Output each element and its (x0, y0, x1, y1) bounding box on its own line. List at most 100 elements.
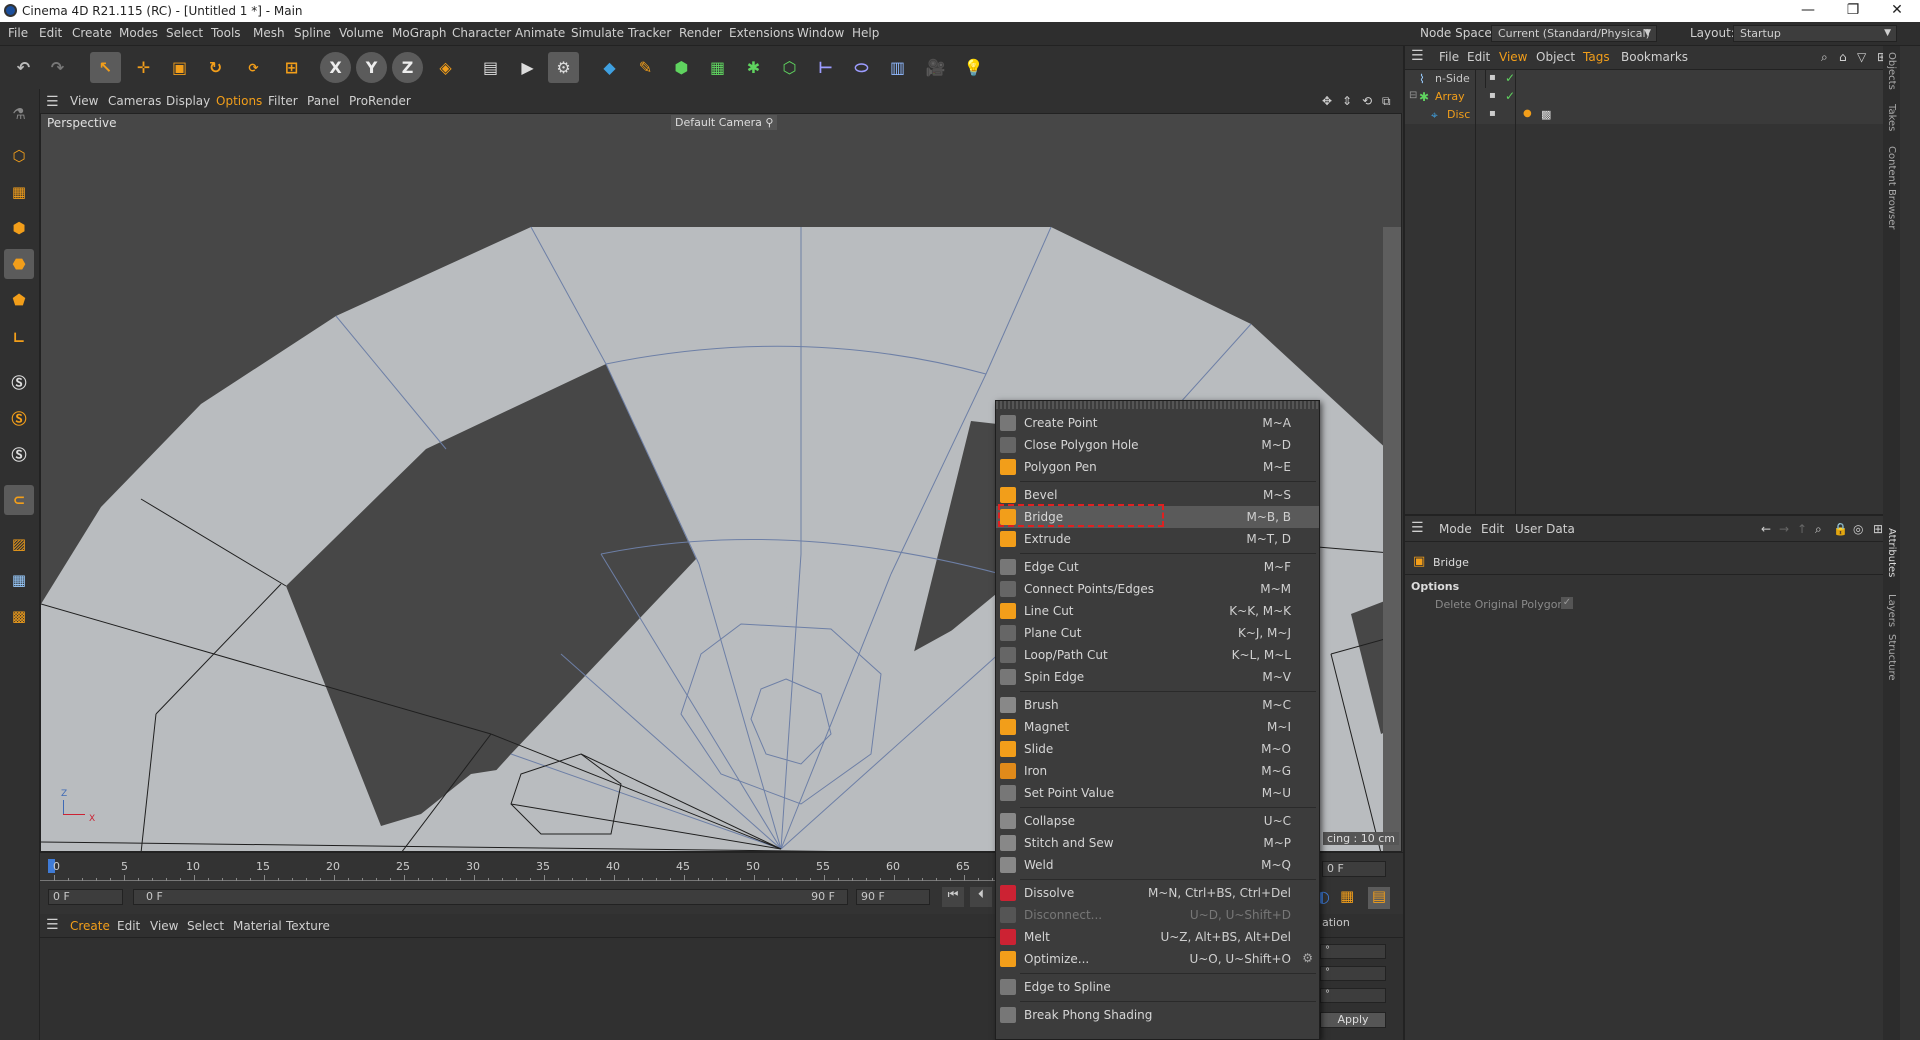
menu-spline[interactable]: Spline (294, 26, 331, 40)
attr-menu-user-data[interactable]: User Data (1515, 522, 1575, 536)
vp-menu-cameras[interactable]: Cameras (108, 94, 161, 108)
menu-help[interactable]: Help (852, 26, 879, 40)
menu-animate[interactable]: Animate (515, 26, 565, 40)
subdivision-surface-icon[interactable]: ⬢ (666, 52, 697, 83)
tab-objects[interactable]: Objects (1886, 52, 1897, 90)
menu-item-edge-cut[interactable]: Edge Cut M~F (996, 556, 1319, 578)
menu-item-extrude[interactable]: Extrude M~T, D (996, 528, 1319, 550)
collapse-icon[interactable]: ⊟ (1409, 90, 1417, 101)
apply-button[interactable]: Apply (1320, 1012, 1386, 1028)
rotate-icon[interactable]: ↻ (200, 52, 231, 83)
menu-tear-off-handle[interactable] (996, 401, 1319, 409)
vp-menu-filter[interactable]: Filter (268, 94, 298, 108)
menu-item-bevel[interactable]: Bevel M~S (996, 484, 1319, 506)
vp-menu-prorender[interactable]: ProRender (349, 94, 411, 108)
timeline-ruler[interactable]: 0 5 10 15 20 25 30 35 40 45 50 55 60 65 (40, 853, 1040, 883)
polygons-mode-icon[interactable]: ⬟ (4, 285, 34, 315)
model-mode-icon[interactable]: ⬡ (4, 141, 34, 171)
mat-menu-texture[interactable]: Texture (286, 919, 330, 933)
menu-item-collapse[interactable]: Collapse U~C (996, 810, 1319, 832)
menu-item-magnet[interactable]: Magnet M~I (996, 716, 1319, 738)
menu-item-close-polygon-hole[interactable]: Close Polygon Hole M~D (996, 434, 1319, 456)
menu-mograph[interactable]: MoGraph (392, 26, 447, 40)
menu-volume[interactable]: Volume (339, 26, 384, 40)
object-row[interactable]: ⌖ Disc ▪ ● ▩ (1405, 106, 1900, 124)
tab-attributes[interactable]: Attributes (1886, 528, 1897, 577)
enabled-check-icon[interactable]: ✓ (1505, 89, 1515, 103)
delete-original-polygons-checkbox[interactable]: ✓ (1561, 597, 1573, 609)
axis-z-lock-button[interactable]: Z (392, 52, 423, 83)
tab-content-browser[interactable]: Content Browser (1886, 146, 1897, 229)
solo-hierarchy-icon[interactable]: Ⓢ (4, 439, 34, 469)
menu-item-create-point[interactable]: Create Point M~A (996, 412, 1319, 434)
light-icon[interactable]: 💡 (958, 52, 989, 83)
minimize-button[interactable]: — (1785, 0, 1831, 22)
menu-window[interactable]: Window (797, 26, 844, 40)
menu-tools[interactable]: Tools (211, 26, 241, 40)
menu-item-line-cut[interactable]: Line Cut K~K, M~K (996, 600, 1319, 622)
floor-icon[interactable]: ▥ (882, 52, 913, 83)
frame-range-slider[interactable]: 0 F 90 F (133, 889, 848, 905)
menu-item-melt[interactable]: Melt U~Z, Alt+BS, Alt+Del (996, 926, 1319, 948)
fracture-icon[interactable]: ⬡ (774, 52, 805, 83)
menu-file[interactable]: File (8, 26, 28, 40)
back-arrow-icon[interactable]: ← (1761, 522, 1771, 536)
pen-spline-icon[interactable]: ✎ (630, 52, 661, 83)
undo-icon[interactable]: ↶ (8, 52, 39, 83)
menu-render[interactable]: Render (679, 26, 722, 40)
menu-item-dissolve[interactable]: Dissolve M~N, Ctrl+BS, Ctrl+Del (996, 882, 1319, 904)
make-editable-icon[interactable]: ⚗ (4, 99, 34, 129)
visibility-dots-icon[interactable]: ▪ (1489, 72, 1496, 83)
right-frame-field[interactable]: 0 F (1322, 861, 1386, 877)
edges-mode-icon[interactable]: ⬣ (4, 249, 34, 279)
menu-mesh[interactable]: Mesh (253, 26, 285, 40)
grid-icon[interactable]: ▦ (4, 565, 34, 595)
obj-menu-file[interactable]: File (1439, 50, 1459, 64)
workplane-icon[interactable]: ▨ (4, 529, 34, 559)
menu-item-connect-points-edges[interactable]: Connect Points/Edges M~M (996, 578, 1319, 600)
redo-icon[interactable]: ↷ (42, 52, 73, 83)
solo-off-icon[interactable]: Ⓢ (4, 367, 34, 397)
points-mode-icon[interactable]: ⬢ (4, 213, 34, 243)
menu-item-brush[interactable]: Brush M~C (996, 694, 1319, 716)
obj-menu-edit[interactable]: Edit (1467, 50, 1490, 64)
mat-menu-view[interactable]: View (150, 919, 178, 933)
hamburger-icon[interactable]: ☰ (1411, 520, 1424, 536)
vp-menu-display[interactable]: Display (166, 94, 210, 108)
attr-menu-edit[interactable]: Edit (1481, 522, 1504, 536)
obj-menu-bookmarks[interactable]: Bookmarks (1621, 50, 1688, 64)
menu-item-polygon-pen[interactable]: Polygon Pen M~E (996, 456, 1319, 478)
mograph-effector-icon[interactable]: ✱ (738, 52, 769, 83)
new-window-icon[interactable]: ⊞ (1873, 522, 1883, 536)
menu-select[interactable]: Select (166, 26, 203, 40)
mat-menu-select[interactable]: Select (187, 919, 224, 933)
menu-tracker[interactable]: Tracker (628, 26, 671, 40)
texture-mode-icon[interactable]: ▦ (4, 177, 34, 207)
menu-item-set-point-value[interactable]: Set Point Value M~U (996, 782, 1319, 804)
scale-icon[interactable]: ▣ (164, 52, 195, 83)
menu-character[interactable]: Character (452, 26, 511, 40)
object-row[interactable]: ⌇ n-Side ▪ ✓ (1405, 70, 1900, 88)
render-picture-viewer-icon[interactable]: ▶ (512, 52, 543, 83)
tab-layers[interactable]: Layers (1886, 594, 1897, 627)
render-settings-icon[interactable]: ⚙ (548, 52, 579, 83)
forward-arrow-icon[interactable]: → (1779, 522, 1789, 536)
search-icon[interactable]: ⌕ (1815, 522, 1822, 537)
visibility-dots-icon[interactable]: ▪ (1489, 108, 1496, 119)
axis-y-lock-button[interactable]: Y (356, 52, 387, 83)
prev-key-icon[interactable]: ⏴ (970, 887, 992, 907)
search-icon[interactable]: ⌕ (1821, 50, 1828, 65)
restore-button[interactable]: ❐ (1830, 0, 1876, 22)
menu-simulate[interactable]: Simulate (571, 26, 624, 40)
locked-workplane-icon[interactable]: ▩ (4, 601, 34, 631)
coord-field[interactable]: ° (1320, 966, 1386, 981)
phong-tag-icon[interactable]: ● (1523, 108, 1532, 119)
menu-edit[interactable]: Edit (39, 26, 62, 40)
visibility-dots-icon[interactable]: ▪ (1489, 90, 1496, 101)
obj-menu-object[interactable]: Object (1536, 50, 1575, 64)
obj-menu-view[interactable]: View (1499, 50, 1527, 64)
goto-start-icon[interactable]: ⏮ (942, 887, 964, 907)
tab-structure[interactable]: Structure (1886, 634, 1897, 681)
cloner-icon[interactable]: ▦ (702, 52, 733, 83)
end-frame-field[interactable]: 90 F (856, 889, 930, 905)
